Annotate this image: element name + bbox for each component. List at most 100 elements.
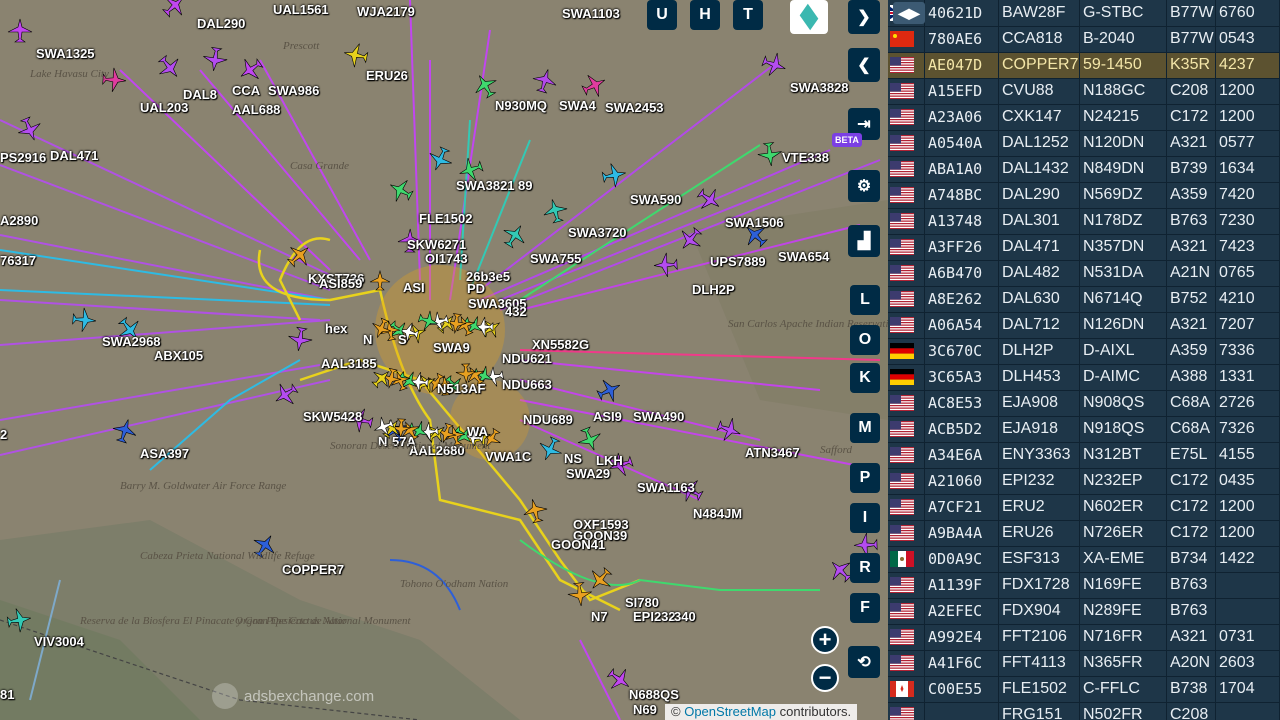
table-row[interactable]: A23A06 CXK147 N24215 C172 1200 [888, 104, 1280, 131]
aircraft-label[interactable]: NDU621 [502, 352, 552, 366]
aircraft-label[interactable]: N688QS [629, 688, 679, 702]
aircraft-label[interactable]: 76317 [0, 254, 36, 268]
table-row[interactable]: ACB5D2 EJA918 N918QS C68A 7326 [888, 416, 1280, 443]
toggle-p-button[interactable]: P [850, 463, 880, 493]
aircraft-label[interactable]: N513AF [437, 382, 485, 396]
aircraft-label[interactable]: UAL1561 [273, 3, 329, 17]
aircraft-label[interactable]: SI780 [625, 596, 659, 610]
collapse-panel-button[interactable]: ❮ [848, 48, 880, 82]
aircraft-label[interactable]: SWA986 [268, 84, 319, 98]
aircraft-label[interactable]: ASI9 [593, 410, 622, 424]
aircraft-label[interactable]: N484JM [693, 507, 742, 521]
aircraft-label[interactable]: ABX105 [154, 349, 203, 363]
toggle-l-button[interactable]: L [850, 285, 880, 315]
table-row[interactable]: AE047D COPPER7 59-1450 K35R 4237 [888, 52, 1280, 79]
aircraft-label[interactable]: SWA4 [559, 99, 596, 113]
aircraft-label[interactable]: CCA [232, 84, 260, 98]
settings-button[interactable]: ⚙ [848, 170, 880, 202]
aircraft-label[interactable]: ASI [403, 281, 425, 295]
aircraft-label[interactable]: SWA1325 [36, 47, 95, 61]
aircraft-label[interactable]: DAL8 [183, 88, 217, 102]
aircraft-label[interactable]: ASI859 [319, 277, 362, 291]
aircraft-label[interactable]: NDU689 [523, 413, 573, 427]
table-row[interactable]: A06A54 DAL712 N126DN A321 7207 [888, 312, 1280, 339]
table-row[interactable]: A15EFD CVU88 N188GC C208 1200 [888, 78, 1280, 105]
aircraft-label[interactable]: DAL290 [197, 17, 245, 31]
table-row[interactable]: A3FF26 DAL471 N357DN A321 7423 [888, 234, 1280, 261]
aircraft-label[interactable]: SWA755 [530, 252, 581, 266]
expand-panel-button[interactable]: ❯ [848, 0, 880, 34]
aircraft-label[interactable]: NS [564, 452, 582, 466]
aircraft-table-panel[interactable]: 40621D BAW28F G-STBC B77W 6760 780AE6 CCA818 B-… [888, 0, 1280, 720]
table-row[interactable]: A1139F FDX1728 N169FE B763 [888, 572, 1280, 599]
table-row[interactable]: 3C670C DLH2P D-AIXL A359 7336 [888, 338, 1280, 365]
table-row[interactable]: A41F6C FFT4113 N365FR A20N 2603 [888, 650, 1280, 677]
aircraft-label[interactable]: SWA9 [433, 341, 470, 355]
aircraft-label[interactable]: ATN3467 [745, 446, 800, 460]
aircraft-label[interactable]: SWA29 [566, 467, 610, 481]
aircraft-label[interactable]: SWA2968 [102, 335, 161, 349]
table-row[interactable]: 0D0A9C ESF313 XA-EME B734 1422 [888, 546, 1280, 573]
aircraft-label[interactable]: VWA1C [485, 450, 531, 464]
aircraft-label[interactable]: N930MQ [495, 99, 547, 113]
table-row[interactable]: A992E4 FFT2106 N716FR A321 0731 [888, 624, 1280, 651]
aircraft-label[interactable]: N [363, 333, 372, 347]
table-row[interactable]: A8E262 DAL630 N6714Q B752 4210 [888, 286, 1280, 313]
aircraft-label[interactable]: COPPER7 [282, 563, 344, 577]
aircraft-label[interactable]: 81 [0, 688, 14, 702]
aircraft-label[interactable]: DLH2P [692, 283, 735, 297]
toggle-k-button[interactable]: K [850, 363, 880, 393]
table-row[interactable]: 40621D BAW28F G-STBC B77W 6760 [888, 0, 1280, 27]
aircraft-label[interactable]: 2 [0, 428, 7, 442]
aircraft-label[interactable]: 432 [505, 305, 527, 319]
toggle-r-button[interactable]: R [850, 553, 880, 583]
replay-button[interactable]: ⟲ [848, 646, 880, 678]
aircraft-label[interactable]: NDU663 [502, 378, 552, 392]
toggle-m-button[interactable]: M [850, 413, 880, 443]
toggle-i-button[interactable]: I [850, 503, 880, 533]
table-row[interactable]: 780AE6 CCA818 B-2040 B77W 0543 [888, 26, 1280, 53]
zoom-in-button[interactable]: + [811, 626, 839, 654]
aircraft-label[interactable]: ASA397 [140, 447, 189, 461]
table-row[interactable]: A0540A DAL1252 N120DN A321 0577 [888, 130, 1280, 157]
table-row[interactable]: FRG151 N502FR C208 [888, 702, 1280, 720]
aircraft-label[interactable]: SKW6271 [407, 238, 466, 252]
table-row[interactable]: A2EFEC FDX904 N289FE B763 [888, 598, 1280, 625]
u-toggle-button[interactable]: U [647, 0, 677, 30]
table-row[interactable]: 3C65A3 DLH453 D-AIMC A388 1331 [888, 364, 1280, 391]
aircraft-label[interactable]: ERU26 [366, 69, 408, 83]
aircraft-label[interactable]: SKW5428 [303, 410, 362, 424]
aircraft-label[interactable]: SWA3720 [568, 226, 627, 240]
layers-button[interactable] [790, 0, 828, 34]
aircraft-label[interactable]: N69 [633, 703, 657, 717]
table-row[interactable]: A21060 EPI232 N232EP C172 0435 [888, 468, 1280, 495]
table-row[interactable]: A748BC DAL290 N569DZ A359 7420 [888, 182, 1280, 209]
toggle-f-button[interactable]: F [850, 593, 880, 623]
toggle-o-button[interactable]: O [850, 325, 880, 355]
column-toggle-button[interactable]: ◀▶ [893, 2, 925, 24]
aircraft-label[interactable]: VTE338 [782, 151, 829, 165]
stats-button[interactable]: ▟ [848, 225, 880, 257]
zoom-out-button[interactable]: − [811, 664, 839, 692]
aircraft-label[interactable]: SWA1103 [562, 7, 620, 21]
aircraft-label[interactable]: A2890 [0, 214, 38, 228]
aircraft-label[interactable]: XN5582G [532, 338, 589, 352]
aircraft-label[interactable]: SWA654 [778, 250, 829, 264]
aircraft-label[interactable]: 89 [518, 179, 532, 193]
table-row[interactable]: A34E6A ENY3363 N312BT E75L 4155 [888, 442, 1280, 469]
table-row[interactable]: A6B470 DAL482 N531DA A21N 0765 [888, 260, 1280, 287]
aircraft-label[interactable]: SWA1506 [725, 216, 784, 230]
aircraft-label[interactable]: hex [325, 322, 347, 336]
aircraft-label[interactable]: SWA1163 [637, 481, 695, 495]
aircraft-label[interactable]: PS2916 [0, 151, 46, 165]
aircraft-label[interactable]: 340 [674, 610, 696, 624]
table-row[interactable]: A9BA4A ERU26 N726ER C172 1200 [888, 520, 1280, 547]
aircraft-label[interactable]: FLE1502 [419, 212, 472, 226]
aircraft-label[interactable]: SWA3828 [790, 81, 849, 95]
aircraft-label[interactable]: DAL471 [50, 149, 98, 163]
aircraft-label[interactable]: GOON41 [551, 538, 605, 552]
aircraft-label[interactable]: WJA2179 [357, 5, 415, 19]
aircraft-label[interactable]: SWA3821 [456, 179, 515, 193]
aircraft-label[interactable]: WA [467, 425, 488, 439]
t-toggle-button[interactable]: T [733, 0, 763, 30]
